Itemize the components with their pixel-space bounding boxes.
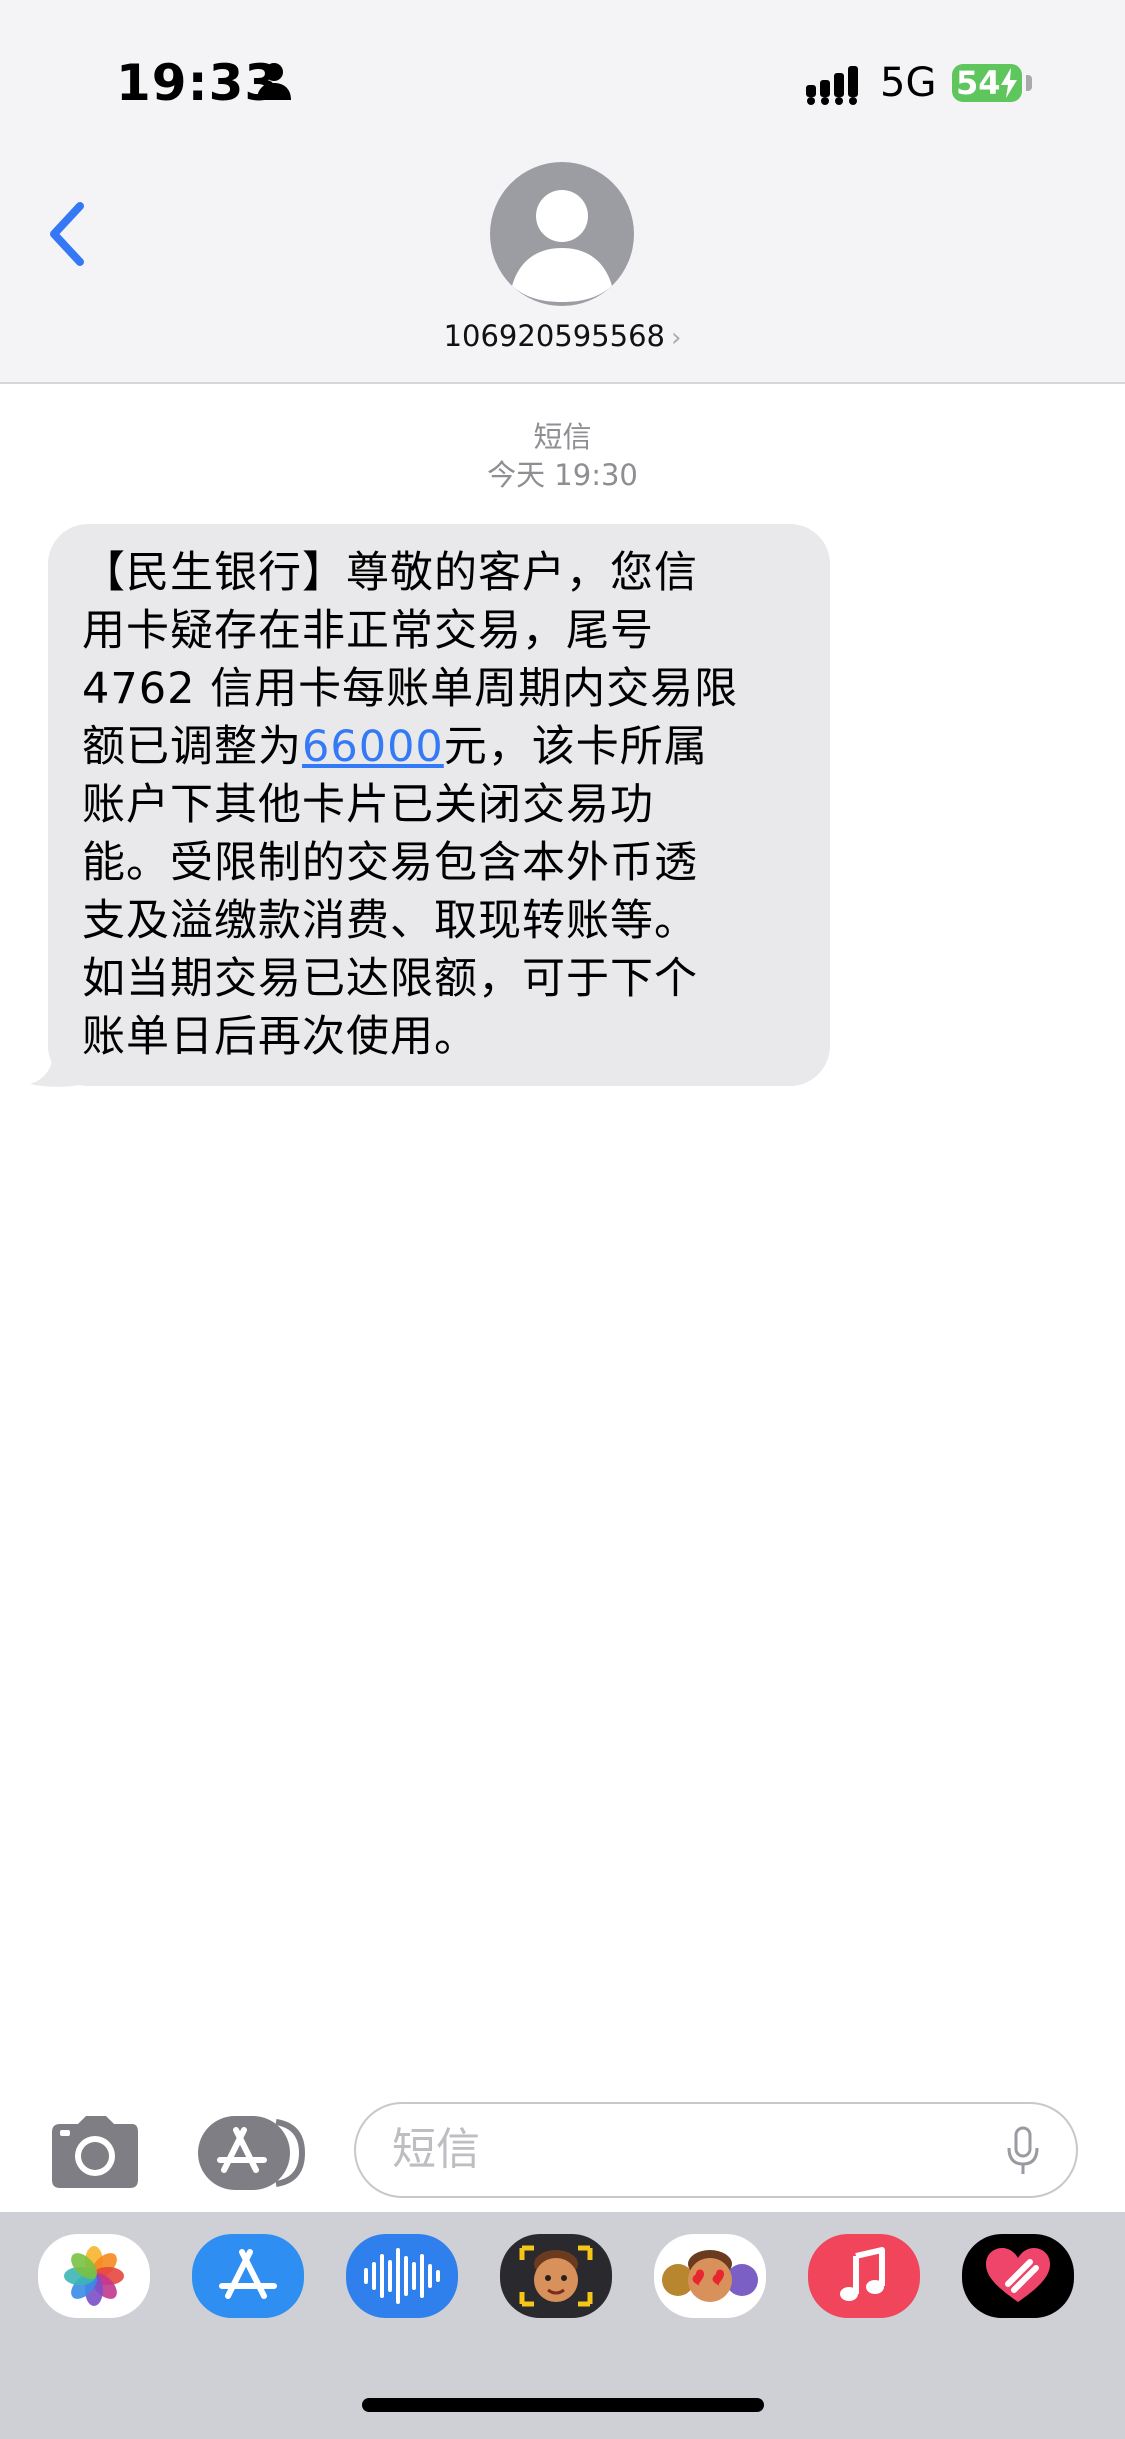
cellular-signal-icon — [806, 66, 858, 105]
memoji-stickers-icon[interactable] — [654, 2234, 766, 2318]
memoji-icon[interactable] — [500, 2234, 612, 2318]
message-text-segment: 额已调整为 — [82, 722, 302, 772]
battery-cap — [1026, 75, 1032, 91]
contact-name-button[interactable]: 106920595568 › — [0, 316, 1125, 358]
person-icon — [257, 63, 291, 100]
incoming-message-bubble[interactable]: 【民生银行】尊敬的客户，您信 用卡疑存在非正常交易，尾号 4762 信用卡每账单… — [48, 524, 830, 1086]
contact-number: 106920595568 — [443, 319, 665, 353]
battery-level: 54 — [956, 64, 1001, 102]
message-text-line: 账单日后再次使用。 — [82, 1012, 478, 1062]
audio-message-icon[interactable] — [346, 2234, 458, 2318]
music-icon[interactable] — [808, 2234, 920, 2318]
app-store-apps-icon[interactable] — [198, 2116, 306, 2190]
message-text-line: 账户下其他卡片已关闭交易功 — [82, 780, 654, 830]
app-store-icon[interactable] — [192, 2234, 304, 2318]
back-chevron-icon[interactable] — [40, 196, 96, 272]
microphone-icon[interactable] — [1006, 2126, 1040, 2178]
camera-icon[interactable] — [50, 2116, 140, 2190]
photos-icon[interactable] — [38, 2234, 150, 2318]
thread-header: 短信 今天 19:30 — [0, 418, 1125, 494]
home-indicator[interactable] — [362, 2398, 764, 2412]
message-text-line: 支及溢缴款消费、取现转账等。 — [82, 896, 698, 946]
message-timestamp: 今天 19:30 — [487, 458, 638, 492]
message-text-line: 4762 信用卡每账单周期内交易限 — [82, 664, 739, 714]
person-silhouette-icon — [512, 190, 612, 302]
digital-touch-icon[interactable] — [962, 2234, 1074, 2318]
message-text-line: 用卡疑存在非正常交易，尾号 — [82, 606, 654, 656]
message-placeholder: 短信 — [392, 2124, 480, 2175]
message-text-line: 能。受限制的交易包含本外币透 — [82, 838, 698, 888]
charging-bolt-icon — [1001, 68, 1017, 98]
message-text-line: 【民生银行】尊敬的客户，您信 — [82, 548, 698, 598]
battery-indicator: 54 — [952, 64, 1022, 102]
network-type: 5G — [880, 60, 937, 106]
conversation-header: 19:33 5G 54 106920595568 › — [0, 0, 1125, 384]
message-input[interactable]: 短信 — [354, 2102, 1078, 2198]
amount-link[interactable]: 66000 — [302, 722, 444, 772]
message-text-line: 如当期交易已达限额，可于下个 — [82, 954, 698, 1004]
message-text-line: 额已调整为66000元，该卡所属 — [82, 718, 800, 776]
service-label: 短信 — [533, 420, 592, 454]
message-text-segment: 元，该卡所属 — [443, 722, 708, 772]
chevron-right-icon: › — [671, 323, 682, 353]
contact-avatar[interactable] — [490, 162, 634, 306]
